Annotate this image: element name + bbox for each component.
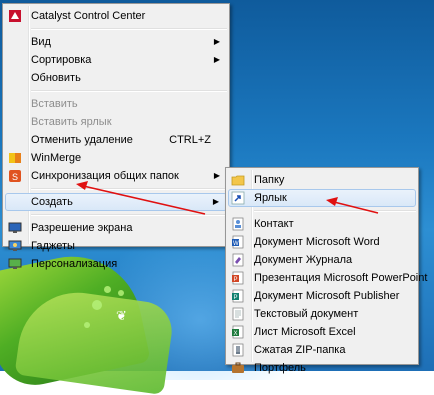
word-icon: W [232, 235, 244, 249]
menu-item-view[interactable]: Вид ▶ [3, 33, 229, 51]
menu-item-sort[interactable]: Сортировка ▶ [3, 51, 229, 69]
menu-separator [31, 28, 227, 30]
menu-item-catalyst[interactable]: Catalyst Control Center [3, 7, 229, 25]
submenu-item-powerpoint[interactable]: P Презентация Microsoft PowerPoint [226, 269, 427, 287]
svg-text:P: P [234, 295, 238, 301]
menu-item-create[interactable]: Создать ▶ [5, 193, 227, 211]
svg-text:P: P [234, 277, 238, 283]
svg-text:W: W [233, 241, 239, 247]
catalyst-icon [9, 10, 21, 22]
publisher-icon: P [232, 289, 244, 303]
menu-separator [31, 90, 227, 92]
briefcase-icon [232, 362, 244, 373]
submenu-item-excel[interactable]: X Лист Microsoft Excel [226, 323, 418, 341]
menu-item-screen-resolution[interactable]: Разрешение экрана [3, 219, 229, 237]
submenu-item-zip-folder[interactable]: Сжатая ZIP-папка [226, 341, 418, 359]
submenu-item-text-document[interactable]: Текстовый документ [226, 305, 418, 323]
personalize-icon [8, 258, 22, 269]
submenu-arrow-icon: ▶ [212, 197, 219, 206]
menu-separator [31, 188, 227, 190]
menu-item-refresh[interactable]: Обновить [3, 69, 229, 87]
shortcut-label: CTRL+Z [169, 134, 211, 146]
folder-icon [231, 175, 245, 186]
menu-item-gadgets[interactable]: Гаджеты [3, 237, 229, 255]
create-submenu: Папку Ярлык Контакт W Документ Microsoft… [225, 167, 427, 374]
submenu-item-shortcut[interactable]: Ярлык [228, 189, 416, 207]
submenu-arrow-icon: ▶ [213, 37, 220, 46]
menu-item-paste[interactable]: Вставить [3, 95, 229, 113]
winmerge-icon [9, 153, 21, 163]
submenu-item-briefcase[interactable]: Портфель [226, 359, 418, 377]
svg-text:S: S [12, 172, 18, 182]
excel-icon: X [232, 325, 244, 339]
submenu-arrow-icon: ▶ [213, 171, 220, 180]
submenu-item-publisher[interactable]: P Документ Microsoft Publisher [226, 287, 418, 305]
wallpaper-bokeh [84, 322, 90, 328]
menu-item-paste-shortcut[interactable]: Вставить ярлык [3, 113, 229, 131]
butterfly-icon: ❦ [116, 308, 127, 323]
zip-folder-icon [232, 343, 244, 357]
text-document-icon [232, 307, 244, 321]
display-icon [8, 222, 22, 233]
menu-separator [254, 210, 416, 212]
contact-icon [232, 217, 244, 231]
submenu-arrow-icon: ▶ [213, 55, 220, 64]
shortcut-icon [231, 191, 245, 205]
sync-icon: S [9, 170, 21, 182]
svg-text:X: X [234, 331, 238, 337]
submenu-item-journal[interactable]: Документ Журнала [226, 251, 418, 269]
desktop-context-menu: Catalyst Control Center Вид ▶ Сортировка… [2, 3, 230, 270]
submenu-item-contact[interactable]: Контакт [226, 215, 418, 233]
menu-item-personalize[interactable]: Персонализация [3, 255, 229, 273]
gadgets-icon [8, 240, 22, 251]
powerpoint-icon: P [232, 271, 244, 285]
menu-item-sync-folders[interactable]: S Синхронизация общих папок ▶ [3, 167, 229, 185]
submenu-item-folder[interactable]: Папку [226, 171, 418, 189]
menu-separator [31, 214, 227, 216]
submenu-item-word[interactable]: W Документ Microsoft Word [226, 233, 418, 251]
journal-icon [232, 253, 244, 267]
wallpaper-bokeh [92, 300, 102, 310]
wallpaper-bokeh [104, 286, 111, 293]
menu-item-undo-delete[interactable]: Отменить удаление CTRL+Z [3, 131, 229, 149]
menu-item-winmerge[interactable]: WinMerge [3, 149, 229, 167]
wallpaper-bokeh [118, 290, 124, 296]
